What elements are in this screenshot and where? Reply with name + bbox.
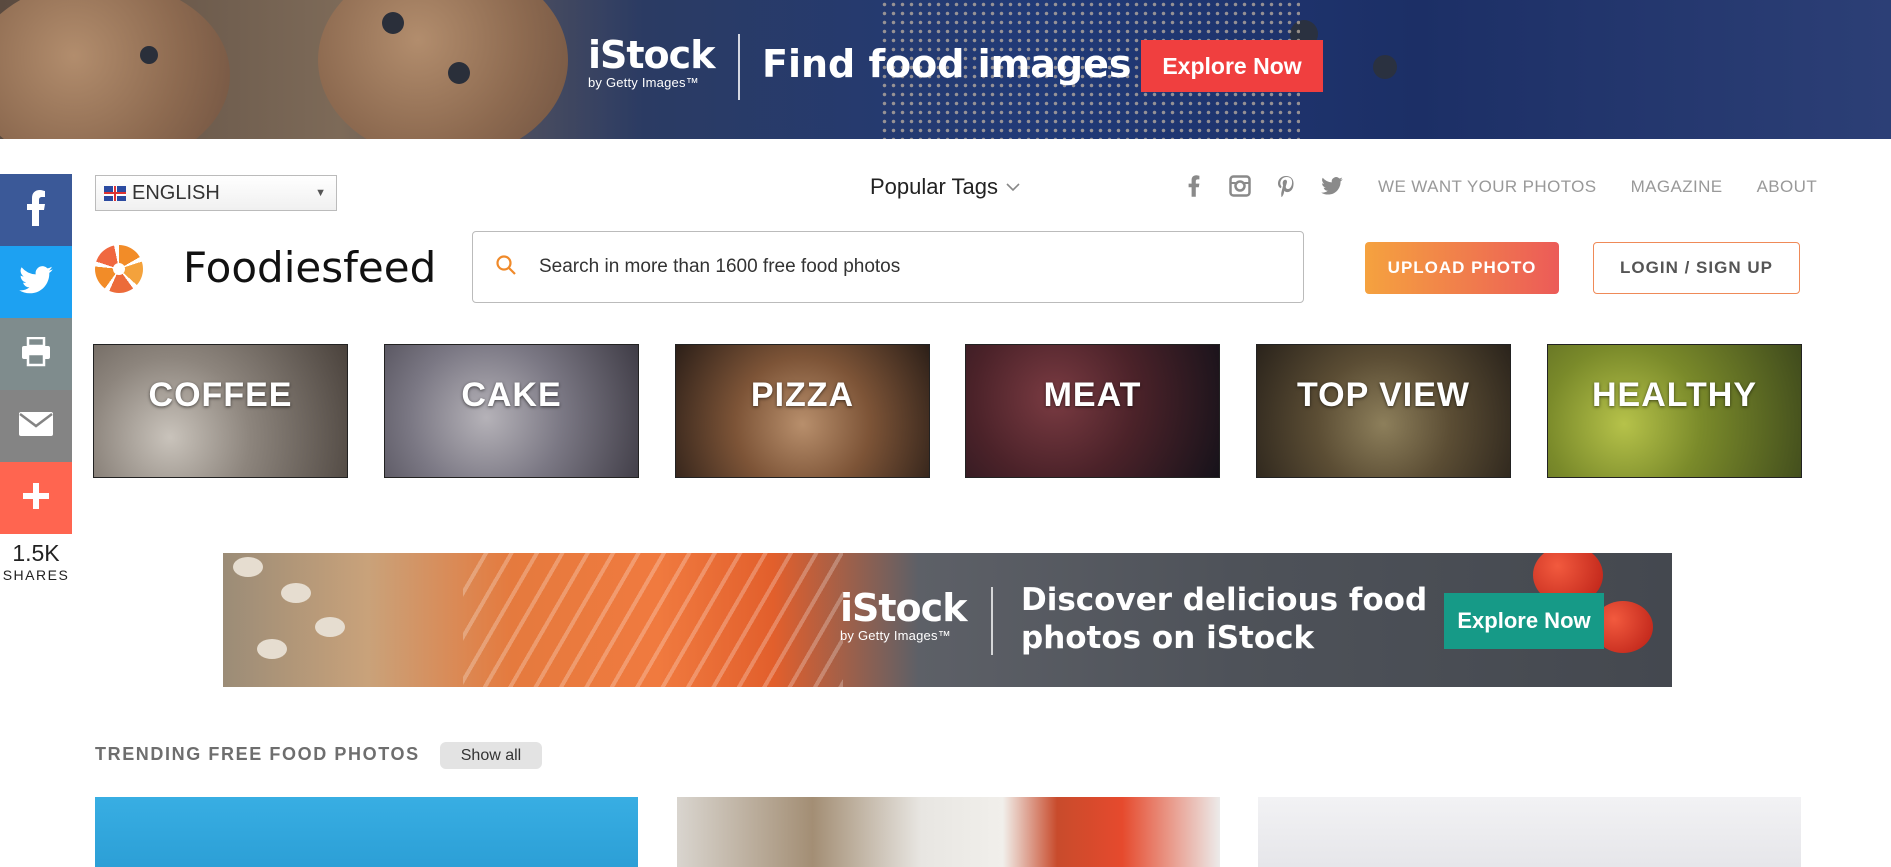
language-select[interactable]: ENGLISH ▼ (95, 175, 337, 211)
banner-headline: Find food images (762, 42, 1132, 86)
mid-banner-text: Discover delicious food photos on iStock (1021, 581, 1427, 657)
mid-banner-line1: Discover delicious food (1021, 582, 1428, 618)
banner-divider (991, 587, 993, 655)
cookie-image (318, 0, 568, 139)
share-more-button[interactable] (0, 462, 72, 534)
foodiesfeed-logo-icon[interactable] (95, 245, 143, 293)
almond-image (257, 639, 287, 659)
category-label: MEAT (1043, 375, 1142, 414)
category-label: CAKE (461, 375, 562, 414)
category-meat[interactable]: MEAT (965, 344, 1220, 478)
salmon-image (463, 553, 843, 687)
chocolate-chip (382, 12, 404, 34)
search-icon (495, 254, 517, 281)
cookie-image (0, 0, 230, 139)
twitter-icon[interactable] (1320, 174, 1344, 198)
show-all-button[interactable]: Show all (440, 742, 542, 769)
istock-logo-sub: by Getty Images™ (588, 75, 699, 90)
popular-tags-dropdown[interactable]: Popular Tags (870, 174, 1020, 200)
category-pizza[interactable]: PIZZA (675, 344, 930, 478)
category-top-view[interactable]: TOP VIEW (1256, 344, 1511, 478)
trending-photo[interactable] (95, 797, 638, 867)
almond-image (233, 557, 263, 577)
email-icon (19, 411, 53, 441)
share-count-number: 1.5K (12, 540, 60, 566)
nav-we-want-your-photos[interactable]: WE WANT YOUR PHOTOS (1378, 177, 1597, 197)
facebook-icon[interactable] (1182, 174, 1206, 198)
istock-logo-sub: by Getty Images™ (840, 628, 951, 643)
istock-logo: iStock by Getty Images™ (588, 33, 715, 90)
upload-photo-button[interactable]: UPLOAD PHOTO (1365, 242, 1559, 294)
category-label: PIZZA (750, 375, 855, 414)
facebook-icon (26, 189, 46, 231)
istock-logo: iStock by Getty Images™ (840, 586, 967, 643)
uk-flag-icon (104, 185, 126, 201)
trending-photo[interactable] (1258, 797, 1801, 867)
almond-image (281, 583, 311, 603)
almond-image (315, 617, 345, 637)
top-nav: WE WANT YOUR PHOTOS MAGAZINE ABOUT (1378, 177, 1817, 197)
mid-banner-line2: photos on iStock (1021, 620, 1315, 656)
plus-icon (23, 482, 49, 514)
login-signup-button[interactable]: LOGIN / SIGN UP (1593, 242, 1800, 294)
category-healthy[interactable]: HEALTHY (1547, 344, 1802, 478)
category-coffee[interactable]: COFFEE (93, 344, 348, 478)
banner-divider (738, 34, 740, 100)
explore-now-button[interactable]: Explore Now (1444, 593, 1604, 649)
category-label: HEALTHY (1591, 375, 1758, 414)
share-facebook-button[interactable] (0, 174, 72, 246)
instagram-icon[interactable] (1228, 174, 1252, 198)
pinterest-icon[interactable] (1274, 174, 1298, 198)
caret-down-icon: ▼ (315, 187, 326, 199)
chocolate-chip (1373, 55, 1397, 79)
category-label: COFFEE (148, 375, 293, 414)
search-bar[interactable] (472, 231, 1304, 303)
trending-photo[interactable] (677, 797, 1220, 867)
share-print-button[interactable] (0, 318, 72, 390)
category-cake[interactable]: CAKE (384, 344, 639, 478)
social-links (1182, 174, 1344, 198)
chocolate-chip (448, 62, 470, 84)
nav-about[interactable]: ABOUT (1757, 177, 1818, 197)
category-label: TOP VIEW (1296, 375, 1470, 414)
chevron-down-icon (1006, 179, 1020, 195)
popular-tags-label: Popular Tags (870, 174, 999, 199)
language-label: ENGLISH (132, 181, 220, 204)
share-count: 1.5K SHARES (0, 540, 72, 583)
print-icon (20, 336, 52, 372)
trending-section-title: TRENDING FREE FOOD PHOTOS (95, 744, 420, 764)
istock-logo-text: iStock (840, 586, 967, 630)
search-input[interactable] (537, 255, 1241, 279)
share-email-button[interactable] (0, 390, 72, 462)
share-sidebar: 1.5K SHARES (0, 174, 72, 583)
twitter-icon (19, 265, 53, 299)
share-twitter-button[interactable] (0, 246, 72, 318)
istock-logo-text: iStock (588, 33, 715, 77)
site-name[interactable]: Foodiesfeed (183, 243, 436, 292)
explore-now-button[interactable]: Explore Now (1141, 40, 1323, 92)
top-ad-banner[interactable]: iStock by Getty Images™ Find food images… (0, 0, 1891, 139)
chocolate-chip (140, 46, 158, 64)
nav-magazine[interactable]: MAGAZINE (1631, 177, 1723, 197)
share-count-label: SHARES (2, 567, 70, 583)
mid-ad-banner[interactable]: iStock by Getty Images™ Discover delicio… (223, 553, 1672, 687)
